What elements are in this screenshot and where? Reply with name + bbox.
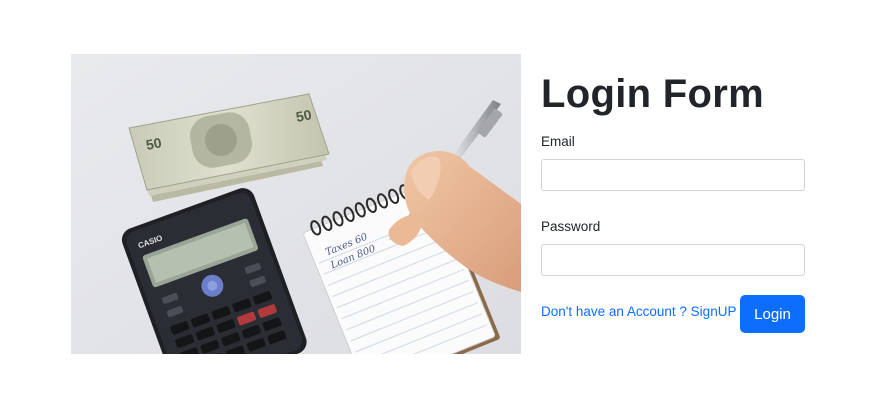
banknote-denomination: 50 — [145, 134, 164, 153]
page-title: Login Form — [541, 72, 764, 116]
login-button[interactable]: Login — [740, 295, 805, 333]
form-actions: Don't have an Account ? SignUP Login — [541, 295, 805, 338]
password-label: Password — [541, 219, 601, 234]
signup-link[interactable]: Don't have an Account ? SignUP — [541, 303, 736, 321]
login-form: Login Form Email Password Don't have an … — [541, 54, 805, 338]
page: 50 50 CASIO Taxes 60 Loan 800 Login Form… — [0, 0, 870, 415]
email-input[interactable] — [541, 159, 805, 191]
banknote-denomination-right: 50 — [295, 106, 314, 125]
email-label: Email — [541, 134, 575, 149]
password-input[interactable] — [541, 244, 805, 276]
hero-image: 50 50 CASIO Taxes 60 Loan 800 — [71, 54, 521, 354]
finance-photo-illustration: 50 50 CASIO Taxes 60 Loan 800 — [71, 54, 521, 354]
